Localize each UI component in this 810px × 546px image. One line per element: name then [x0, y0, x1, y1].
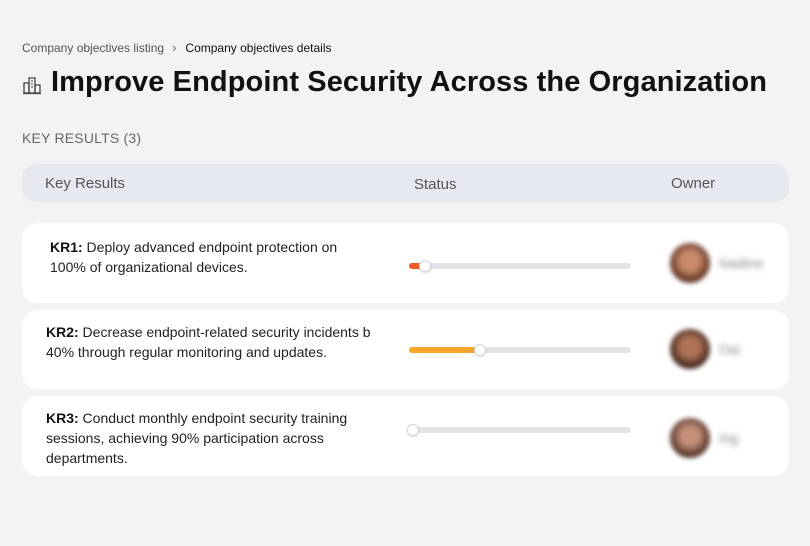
column-header-key-results: Key Results — [45, 175, 126, 192]
key-result-code: KR1: — [50, 239, 83, 255]
owner-name: Ing — [719, 430, 739, 446]
breadcrumb-current: Company objectives details — [185, 40, 332, 55]
key-result-text-line: 40% through regular monitoring and updat… — [46, 344, 327, 360]
key-result-code: KR2: — [46, 324, 79, 340]
chevron-right-icon: › — [172, 40, 177, 55]
key-result-text-line: sessions, achieving 90% participation ac… — [46, 430, 324, 446]
key-result-row[interactable]: KR2: Decrease endpoint-related security … — [22, 310, 789, 389]
progress-handle[interactable] — [407, 424, 420, 436]
owner-cell[interactable]: Nadine — [670, 243, 763, 283]
owner-cell[interactable]: Ing — [670, 418, 738, 458]
key-result-row[interactable]: KR1: Deploy advanced endpoint protection… — [22, 223, 789, 303]
progress-fill — [409, 347, 481, 353]
key-result-description: KR3: Conduct monthly endpoint security t… — [46, 408, 376, 468]
key-result-code: KR3: — [46, 410, 79, 426]
owner-cell[interactable]: Dai — [670, 329, 740, 369]
progress-bar — [409, 260, 631, 272]
avatar — [670, 329, 710, 369]
owner-name: Nadine — [719, 255, 764, 271]
key-result-row[interactable]: KR3: Conduct monthly endpoint security t… — [22, 396, 789, 476]
progress-handle[interactable] — [418, 260, 431, 272]
key-result-text-line: 100% of organizational devices. — [50, 259, 248, 275]
progress-handle[interactable] — [474, 344, 487, 356]
progress-bar — [407, 424, 631, 436]
owner-name: Dai — [719, 341, 741, 357]
key-result-text-line: Conduct monthly endpoint security traini… — [78, 410, 348, 426]
column-header-status: Status — [414, 176, 457, 193]
table-header: Key Results Status Owner — [22, 164, 789, 202]
breadcrumb-link-objectives-listing[interactable]: Company objectives listing — [22, 41, 164, 55]
progress-bar — [409, 344, 631, 356]
key-result-text-line: departments. — [46, 450, 128, 466]
page-title: Improve Endpoint Security Across the Org… — [51, 66, 768, 98]
key-results-section-label: KEY RESULTS (3) — [22, 130, 142, 146]
avatar — [670, 243, 710, 283]
breadcrumb: Company objectives listing › Company obj… — [22, 40, 332, 55]
page-header: Improve Endpoint Security Across the Org… — [22, 66, 767, 99]
key-result-description: KR2: Decrease endpoint-related security … — [46, 322, 373, 362]
key-result-text-line: Deploy advanced endpoint protection on — [82, 239, 338, 255]
column-header-owner: Owner — [671, 175, 716, 192]
key-result-description: KR1: Deploy advanced endpoint protection… — [50, 237, 380, 277]
office-building-icon — [23, 76, 41, 94]
avatar — [670, 418, 710, 458]
key-result-text-line: Decrease endpoint-related security incid… — [78, 324, 371, 340]
